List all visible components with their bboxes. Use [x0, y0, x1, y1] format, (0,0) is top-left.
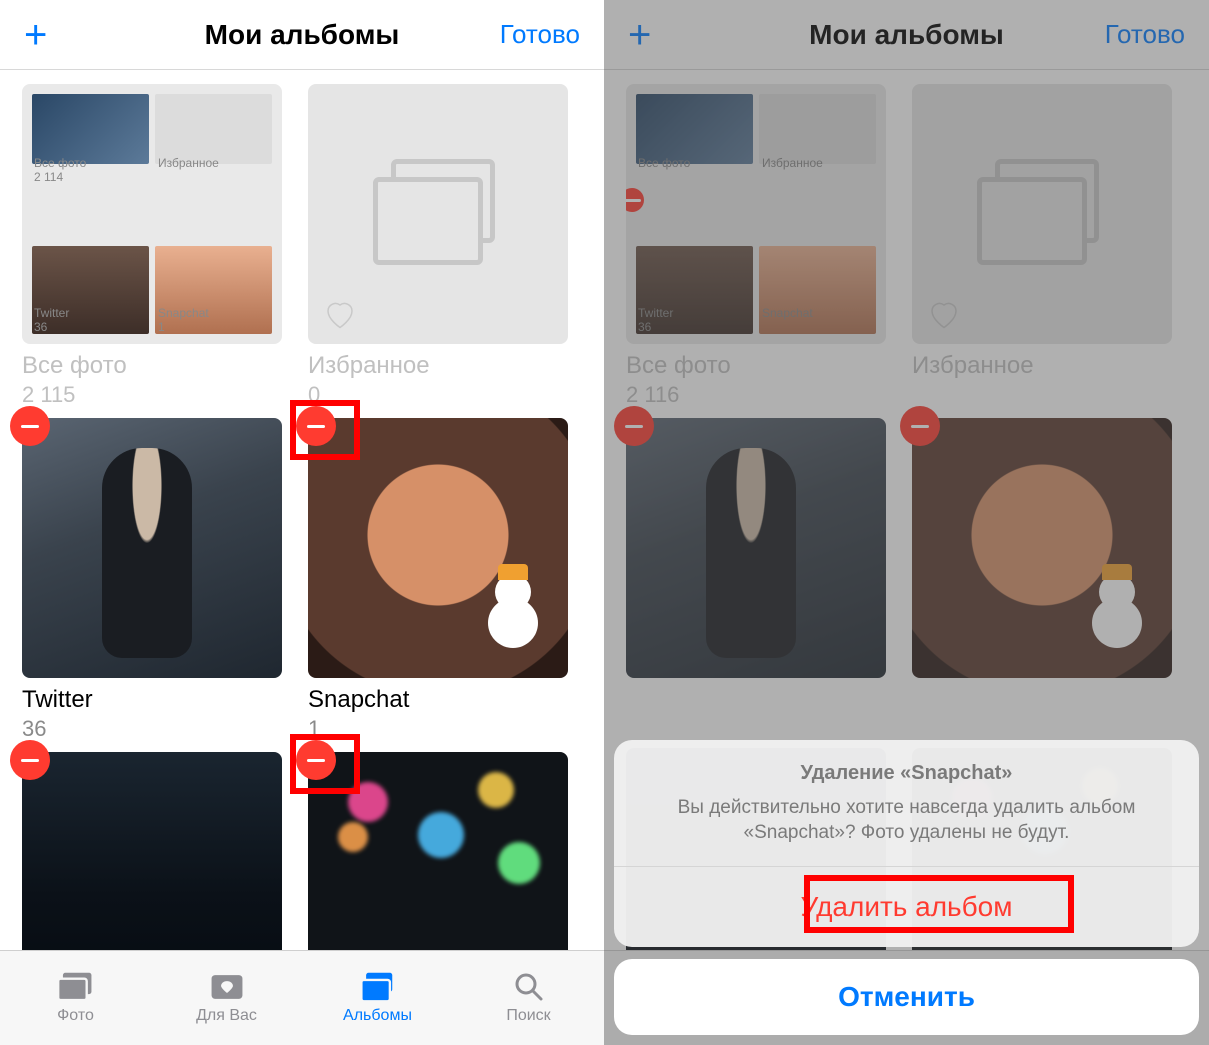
done-button[interactable]: Готово — [1105, 19, 1185, 50]
album-count: 2 116 — [626, 382, 886, 408]
action-sheet-message: Вы действительно хотите навсегда удалить… — [640, 795, 1173, 846]
album-all-photos[interactable]: Все фото Избранное Twitter 36 Snapchat В… — [626, 84, 886, 408]
action-sheet-header: Удаление «Snapchat» Вы действительно хот… — [614, 740, 1199, 867]
album-item[interactable] — [22, 752, 282, 950]
add-button[interactable]: + — [628, 15, 651, 55]
action-sheet-title: Удаление «Snapchat» — [640, 762, 1173, 785]
album-thumb: Все фото Избранное Twitter 36 Snapchat — [626, 84, 886, 344]
album-count: 36 — [22, 716, 282, 742]
albums-grid: Все фото 2 114 Избранное Twitter 36 Snap… — [0, 70, 604, 950]
album-all-photos[interactable]: Все фото 2 114 Избранное Twitter 36 Snap… — [22, 84, 282, 408]
empty-album-icon — [977, 159, 1107, 269]
snowman-sticker — [478, 548, 548, 648]
screen-delete-confirm: + Мои альбомы Готово Все фото Избранное … — [604, 0, 1209, 1045]
delete-badge[interactable] — [614, 406, 654, 446]
album-thumb — [308, 84, 568, 344]
album-item[interactable] — [308, 752, 568, 950]
add-button[interactable]: + — [24, 15, 47, 55]
screen-edit-albums: + Мои альбомы Готово Все фото 2 114 Избр… — [0, 0, 604, 1045]
for-you-icon — [208, 971, 246, 1003]
albums-icon — [359, 971, 397, 1003]
action-sheet: Удаление «Snapchat» Вы действительно хот… — [614, 740, 1199, 1035]
album-title: Snapchat — [308, 686, 568, 714]
highlight-box — [804, 875, 1074, 933]
album-thumb — [912, 84, 1172, 344]
action-sheet-card: Удаление «Snapchat» Вы действительно хот… — [614, 740, 1199, 947]
album-thumb — [912, 418, 1172, 678]
search-icon — [510, 971, 548, 1003]
tab-albums[interactable]: Альбомы — [302, 951, 453, 1045]
album-count: 2 115 — [22, 382, 282, 408]
empty-album-icon — [373, 159, 503, 269]
album-title: Все фото — [626, 352, 886, 380]
album-thumb — [626, 418, 886, 678]
navbar: + Мои альбомы Готово — [604, 0, 1209, 70]
album-snapchat[interactable]: Snapchat 1 — [308, 418, 568, 742]
delete-badge[interactable] — [900, 406, 940, 446]
album-title: Избранное — [308, 352, 568, 380]
album-favorites[interactable]: Избранное 0 — [308, 84, 568, 408]
tab-for-you[interactable]: Для Вас — [151, 951, 302, 1045]
delete-badge[interactable] — [10, 406, 50, 446]
album-twitter[interactable] — [626, 418, 886, 678]
album-title: Все фото — [22, 352, 282, 380]
album-thumb: Все фото 2 114 Избранное Twitter 36 Snap… — [22, 84, 282, 344]
cancel-button[interactable]: Отменить — [614, 959, 1199, 1035]
snowman-sticker — [1082, 548, 1152, 648]
album-title: Twitter — [22, 686, 282, 714]
highlight-box — [290, 734, 360, 794]
album-title: Избранное — [912, 352, 1172, 380]
highlight-box — [290, 400, 360, 460]
album-twitter[interactable]: Twitter 36 — [22, 418, 282, 742]
tab-photos[interactable]: Фото — [0, 951, 151, 1045]
photos-icon — [57, 971, 95, 1003]
tabbar: Фото Для Вас Альбомы Поиск — [0, 950, 604, 1045]
navbar: + Мои альбомы Готово — [0, 0, 604, 70]
album-thumb — [22, 418, 282, 678]
delete-badge[interactable] — [10, 740, 50, 780]
tab-search[interactable]: Поиск — [453, 951, 604, 1045]
done-button[interactable]: Готово — [500, 19, 580, 50]
album-thumb — [22, 752, 282, 950]
heart-icon — [322, 296, 358, 332]
album-snapchat[interactable] — [912, 418, 1172, 678]
album-favorites[interactable]: Избранное — [912, 84, 1172, 408]
heart-icon — [926, 296, 962, 332]
